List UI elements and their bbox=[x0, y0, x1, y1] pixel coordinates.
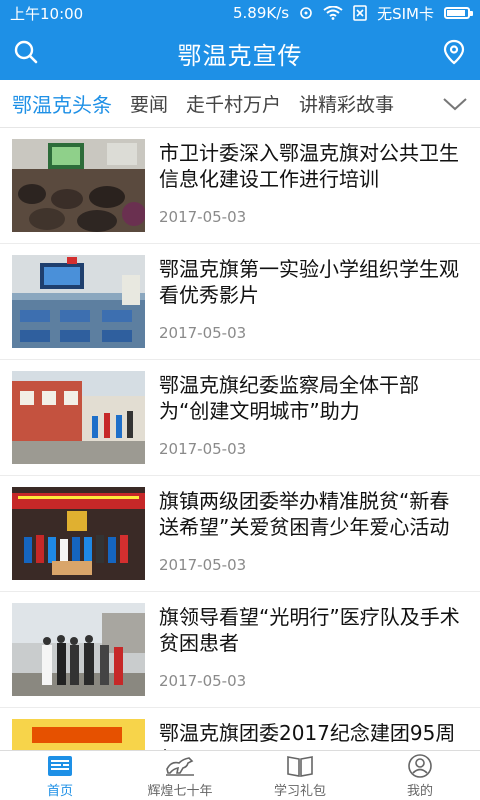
nav-study-pack-label: 学习礼包 bbox=[273, 783, 326, 799]
news-thumbnail bbox=[12, 255, 145, 348]
news-date: 2017-05-03 bbox=[159, 208, 247, 226]
news-title: 鄂温克旗纪委监察局全体干部为“创建文明城市”助力 bbox=[159, 373, 419, 423]
no-sim-icon bbox=[353, 5, 367, 21]
news-date: 2017-05-03 bbox=[159, 556, 247, 574]
tab-news[interactable]: 要闻 bbox=[130, 90, 168, 117]
book-icon bbox=[287, 755, 313, 777]
news-item[interactable]: 旗领导看望“光明行”医疗队及手术贫困患者 2017-05-03 bbox=[0, 592, 480, 708]
sim-status: 无SIM卡 bbox=[377, 4, 434, 23]
data-saver-icon bbox=[300, 7, 312, 19]
nav-home-label: 首页 bbox=[46, 783, 73, 799]
news-title: 旗领导看望“光明行”医疗队及手术贫困患者 bbox=[159, 605, 460, 655]
nav-study-pack[interactable]: 学习礼包 bbox=[240, 751, 360, 800]
nav-profile-label: 我的 bbox=[406, 783, 433, 799]
nav-seventy-years-label: 辉煌七十年 bbox=[147, 783, 213, 799]
news-thumbnail bbox=[12, 139, 145, 232]
wifi-icon bbox=[323, 6, 343, 20]
chevron-down-icon[interactable] bbox=[440, 90, 470, 118]
news-thumbnail bbox=[12, 371, 145, 464]
status-bar: 上午10:00 5.89K/s 无SIM卡 bbox=[0, 0, 480, 26]
news-item[interactable]: 鄂温克旗纪委监察局全体干部为“创建文明城市”助力 2017-05-03 bbox=[0, 360, 480, 476]
nav-seventy-years[interactable]: 辉煌七十年 bbox=[120, 751, 240, 800]
news-date: 2017-05-03 bbox=[159, 440, 247, 458]
nav-home[interactable]: 首页 bbox=[0, 751, 120, 800]
news-title: 旗镇两级团委举办精准脱贫“新春送希望”关爱贫困青少年爱心活动 bbox=[159, 489, 450, 539]
battery-icon bbox=[444, 7, 473, 19]
horse-icon bbox=[166, 756, 194, 776]
news-item[interactable]: 市卫计委深入鄂温克旗对公共卫生 信息化建设工作进行培训 2017-05-03 bbox=[0, 128, 480, 244]
news-date: 2017-05-03 bbox=[159, 324, 247, 342]
news-list: 市卫计委深入鄂温克旗对公共卫生 信息化建设工作进行培训 2017-05-03 鄂… bbox=[0, 128, 480, 750]
news-item[interactable]: 鄂温克旗团委2017纪念建团95周年 bbox=[0, 708, 480, 750]
app-header: 鄂温克宣传 bbox=[0, 26, 480, 80]
page-title: 鄂温克宣传 bbox=[177, 41, 303, 70]
news-thumbnail bbox=[12, 719, 145, 750]
search-icon[interactable] bbox=[12, 38, 40, 66]
nav-profile[interactable]: 我的 bbox=[360, 751, 480, 800]
news-thumbnail bbox=[12, 603, 145, 696]
tab-headlines[interactable]: 鄂温克头条 bbox=[12, 89, 112, 118]
news-title: 鄂温克旗第一实验小学组织学生观看优秀影片 bbox=[159, 257, 459, 307]
status-time: 上午10:00 bbox=[10, 4, 84, 23]
tab-stories[interactable]: 讲精彩故事 bbox=[299, 90, 394, 117]
tab-villages[interactable]: 走千村万户 bbox=[186, 90, 281, 117]
user-icon bbox=[408, 753, 432, 778]
news-item[interactable]: 鄂温克旗第一实验小学组织学生观看优秀影片 2017-05-03 bbox=[0, 244, 480, 360]
bottom-navigation: 首页 辉煌七十年 学习礼包 我的 bbox=[0, 750, 480, 800]
news-title: 鄂温克旗团委2017纪念建团95周年 bbox=[159, 721, 456, 750]
news-item[interactable]: 旗镇两级团委举办精准脱贫“新春送希望”关爱贫困青少年爱心活动 2017-05-0… bbox=[0, 476, 480, 592]
news-thumbnail bbox=[12, 487, 145, 580]
news-date: 2017-05-03 bbox=[159, 672, 247, 690]
home-news-icon bbox=[48, 755, 72, 776]
news-title: 市卫计委深入鄂温克旗对公共卫生 信息化建设工作进行培训 bbox=[159, 141, 459, 191]
category-tabs: 鄂温克头条 要闻 走千村万户 讲精彩故事 bbox=[0, 80, 480, 128]
location-pin-icon[interactable] bbox=[440, 38, 468, 66]
network-speed: 5.89K/s bbox=[233, 4, 290, 22]
